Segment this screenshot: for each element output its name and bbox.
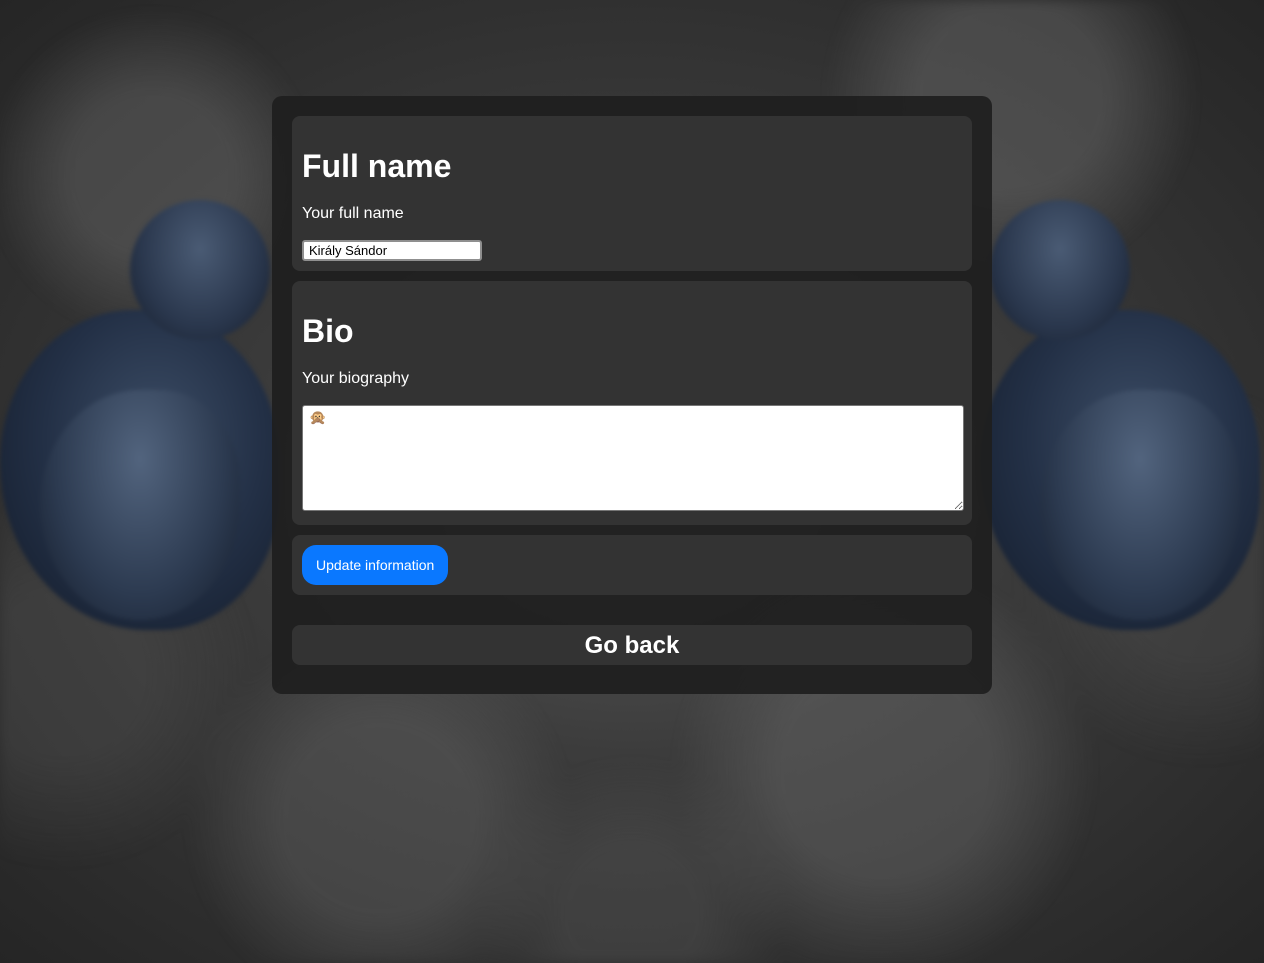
actions-card: Update information [292, 535, 972, 595]
bird-head [990, 200, 1130, 340]
full-name-label: Your full name [302, 205, 404, 222]
background-bird-left [0, 200, 310, 650]
bio-heading: Bio [302, 313, 354, 349]
bio-label: Your biography [302, 370, 410, 387]
full-name-heading: Full name [302, 148, 452, 184]
bird-wing [1040, 390, 1240, 620]
bio-textarea[interactable]: 🙊 [302, 405, 964, 511]
bio-card: Bio Your biography 🙊 [292, 281, 972, 525]
background-bird-right [960, 200, 1264, 650]
full-name-input[interactable] [302, 240, 482, 261]
bird-wing [40, 390, 240, 620]
update-information-button[interactable]: Update information [302, 545, 449, 585]
full-name-card: Full name Your full name [292, 116, 972, 271]
go-back-button[interactable]: Go back [292, 625, 972, 665]
profile-panel: Full name Your full name Bio Your biogra… [272, 96, 992, 694]
bird-head [130, 200, 270, 340]
